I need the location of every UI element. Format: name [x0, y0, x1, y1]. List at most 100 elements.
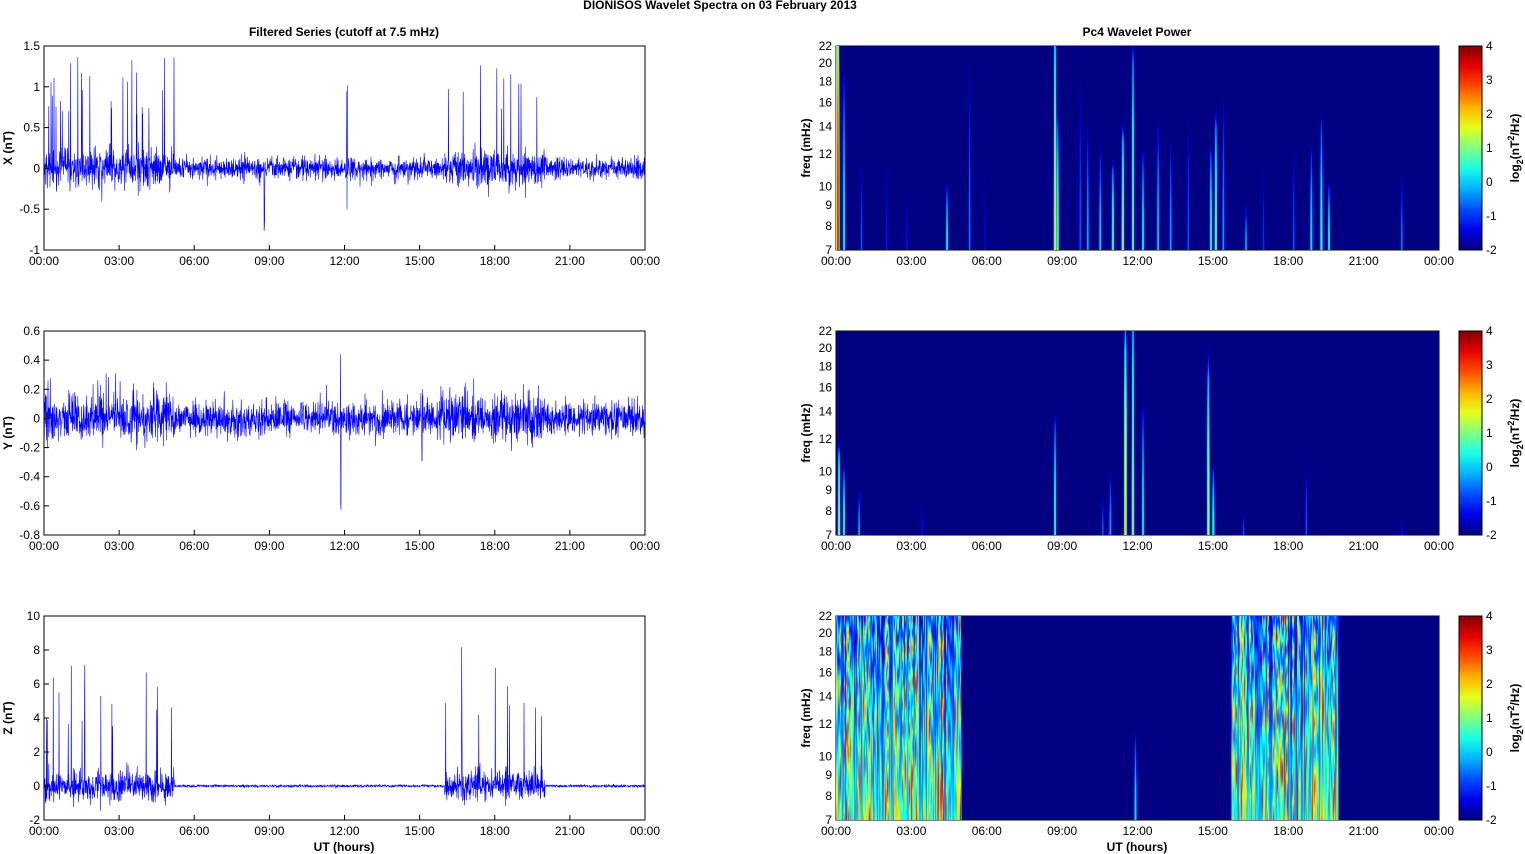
- ytick-label: 4: [33, 711, 40, 725]
- freq-tick-label: 18: [819, 360, 833, 374]
- heatmap-xtick-label: 06:00: [972, 539, 1002, 553]
- colorbar-tick-label: 0: [1486, 745, 1493, 759]
- ytick-label: -0.5: [19, 202, 40, 216]
- freq-tick-label: 20: [819, 56, 833, 70]
- heatmap-xtick-label: 03:00: [896, 254, 926, 268]
- figure-title: DIONISOS Wavelet Spectra on 03 February …: [583, 0, 857, 12]
- series-xtick-label: 12:00: [329, 539, 359, 553]
- left-xlabel: UT (hours): [314, 840, 375, 854]
- freq-tick-label: 16: [819, 96, 833, 110]
- ytick-label: 1.5: [23, 39, 40, 53]
- left-column-title: Filtered Series (cutoff at 7.5 mHz): [249, 25, 439, 39]
- freq-tick-label: 8: [825, 789, 832, 803]
- series-xtick-label: 18:00: [480, 824, 510, 838]
- freq-tick-label: 20: [819, 626, 833, 640]
- colorbar-label: log2(nT2/Hz): [1506, 684, 1525, 753]
- series-xtick-label: 09:00: [254, 824, 284, 838]
- colorbar-tick-label: 2: [1486, 107, 1493, 121]
- freq-tick-label: 20: [819, 341, 833, 355]
- series-line-Y: [43, 354, 645, 510]
- series-xtick-label: 00:00: [29, 254, 59, 268]
- heatmap-xtick-label: 06:00: [972, 824, 1002, 838]
- colorbar: [1458, 615, 1483, 821]
- series-xtick-label: 15:00: [405, 254, 435, 268]
- colorbar-tick-label: -1: [1486, 779, 1497, 793]
- freq-tick-label: 8: [825, 504, 832, 518]
- heatmap-xtick-label: 06:00: [972, 254, 1002, 268]
- freq-tick-label: 14: [819, 690, 833, 704]
- freq-tick-label: 12: [819, 717, 833, 731]
- freq-tick-label: 14: [819, 120, 833, 134]
- series-xtick-label: 00:00: [29, 824, 59, 838]
- colorbar-tick-label: -1: [1486, 209, 1497, 223]
- ytick-label: 0.6: [23, 324, 40, 338]
- right-xlabel: UT (hours): [1107, 840, 1168, 854]
- colorbar-tick-label: 2: [1486, 677, 1493, 691]
- wavelet-power-heatmap-X: [836, 46, 1439, 250]
- freq-tick-label: 18: [819, 645, 833, 659]
- heatmap-xtick-label: 15:00: [1198, 824, 1228, 838]
- freq-axis-label: freq (mHz): [799, 688, 813, 747]
- colorbar-tick-label: -2: [1486, 813, 1497, 827]
- heatmap-xtick-label: 09:00: [1047, 539, 1077, 553]
- ytick-label: 0.5: [23, 121, 40, 135]
- ylabel-X: X (nT): [1, 131, 15, 165]
- right-column-title: Pc4 Wavelet Power: [1083, 25, 1192, 39]
- heatmap-xtick-label: 15:00: [1198, 254, 1228, 268]
- ytick-label: 0.4: [23, 353, 40, 367]
- ytick-label: 10: [27, 609, 41, 623]
- heatmap-xtick-label: 09:00: [1047, 254, 1077, 268]
- ytick-label: 0.2: [23, 382, 40, 396]
- colorbar-tick-label: 1: [1486, 141, 1493, 155]
- heatmap-xtick-label: 00:00: [821, 824, 851, 838]
- colorbar-tick-label: 2: [1486, 392, 1493, 406]
- colorbar-label: log2(nT2/Hz): [1506, 399, 1525, 468]
- series-xtick-label: 18:00: [480, 254, 510, 268]
- freq-tick-label: 9: [825, 198, 832, 212]
- ytick-label: -0.2: [19, 441, 40, 455]
- heatmap-xtick-label: 00:00: [1424, 539, 1454, 553]
- heatmap-xtick-label: 12:00: [1122, 824, 1152, 838]
- heatmap-xtick-label: 00:00: [821, 539, 851, 553]
- freq-tick-label: 16: [819, 381, 833, 395]
- freq-tick-label: 16: [819, 666, 833, 680]
- series-xtick-label: 18:00: [480, 539, 510, 553]
- ytick-label: 8: [33, 643, 40, 657]
- colorbar-tick-label: 4: [1486, 39, 1493, 53]
- freq-tick-label: 10: [819, 464, 833, 478]
- series-line-X: [43, 57, 645, 231]
- colorbar-tick-label: 4: [1486, 324, 1493, 338]
- freq-tick-label: 18: [819, 75, 833, 89]
- ytick-label: -0.4: [19, 470, 40, 484]
- heatmap-xtick-label: 00:00: [1424, 824, 1454, 838]
- wavelet-power-heatmap-Z: [836, 616, 1439, 820]
- wavelet-power-heatmap-Y: [836, 331, 1439, 535]
- series-xtick-label: 00:00: [630, 254, 660, 268]
- heatmap-xtick-label: 00:00: [1424, 254, 1454, 268]
- series-xtick-label: 00:00: [29, 539, 59, 553]
- ytick-label: 6: [33, 677, 40, 691]
- freq-axis-label: freq (mHz): [799, 118, 813, 177]
- series-xtick-label: 12:00: [329, 824, 359, 838]
- colorbar: [1458, 45, 1483, 251]
- series-xtick-label: 12:00: [329, 254, 359, 268]
- series-xtick-label: 09:00: [254, 539, 284, 553]
- heatmap-xtick-label: 09:00: [1047, 824, 1077, 838]
- colorbar-tick-label: 1: [1486, 426, 1493, 440]
- colorbar-tick-label: 4: [1486, 609, 1493, 623]
- ytick-label: 1: [33, 80, 40, 94]
- freq-tick-label: 14: [819, 405, 833, 419]
- series-xtick-label: 03:00: [104, 254, 134, 268]
- freq-tick-label: 8: [825, 219, 832, 233]
- series-xtick-label: 06:00: [179, 254, 209, 268]
- colorbar-tick-label: -1: [1486, 494, 1497, 508]
- freq-tick-label: 10: [819, 749, 833, 763]
- series-xtick-label: 21:00: [555, 254, 585, 268]
- colorbar-tick-label: 3: [1486, 643, 1493, 657]
- ylabel-Z: Z (nT): [1, 701, 15, 734]
- series-xtick-label: 03:00: [104, 539, 134, 553]
- colorbar-tick-label: 0: [1486, 460, 1493, 474]
- series-xtick-label: 00:00: [630, 539, 660, 553]
- colorbar-tick-label: -2: [1486, 528, 1497, 542]
- series-xtick-label: 15:00: [405, 539, 435, 553]
